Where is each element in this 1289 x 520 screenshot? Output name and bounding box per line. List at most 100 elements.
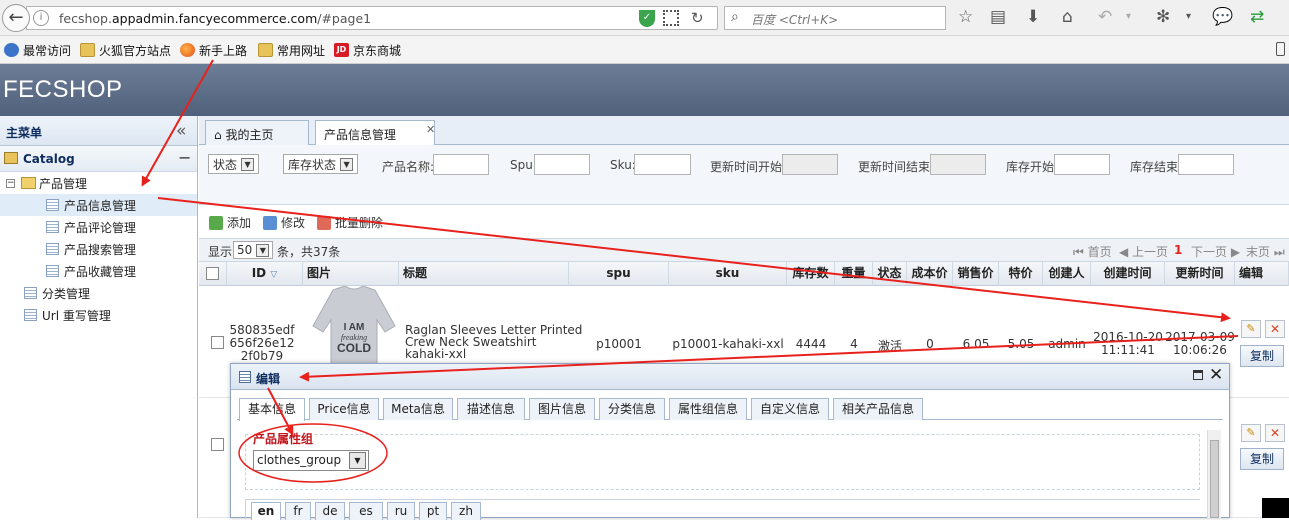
sku-input[interactable] (634, 154, 691, 175)
row-edit-button[interactable]: ✎ (1241, 424, 1261, 442)
scrollbar-thumb[interactable] (1210, 440, 1219, 518)
info-icon[interactable]: i (33, 10, 49, 26)
col-weight[interactable]: 重量 (835, 262, 873, 286)
update-start-input[interactable] (782, 154, 838, 175)
row-copy-button[interactable]: 复制 (1240, 345, 1284, 367)
url-bar[interactable]: i fecshop.appadmin.fancyecommerce.com/#p… (26, 6, 718, 30)
last-page-button[interactable]: 末页 ⏭ (1246, 243, 1285, 260)
tree-item-product-reviews[interactable]: 产品评论管理 (0, 216, 197, 238)
tab-description[interactable]: 描述信息 (457, 398, 525, 420)
col-spu[interactable]: spu (569, 262, 669, 286)
stock-end-input[interactable] (1178, 154, 1234, 175)
chevron-down-icon[interactable]: ▾ (1186, 11, 1191, 22)
stock-start-input[interactable] (1054, 154, 1110, 175)
col-qty[interactable]: 库存数 (787, 262, 835, 286)
qr-icon[interactable] (663, 10, 679, 26)
prev-page-button[interactable]: ◀ 上一页 (1119, 243, 1168, 260)
tree-item-product-favorites[interactable]: 产品收藏管理 (0, 260, 197, 282)
reload-icon[interactable]: ↻ (691, 9, 704, 27)
col-created[interactable]: 创建时间 (1091, 262, 1165, 286)
collapse-section-icon[interactable]: − (178, 148, 191, 167)
dialog-scrollbar[interactable] (1207, 430, 1221, 518)
tab-attribute-group[interactable]: 属性组信息 (669, 398, 747, 420)
lang-tab-ru[interactable]: ru (387, 502, 415, 520)
col-creator[interactable]: 创建人 (1043, 262, 1091, 286)
tab-custom-info[interactable]: 自定义信息 (751, 398, 829, 420)
col-cost[interactable]: 成本价 (907, 262, 953, 286)
collapse-icon[interactable]: « (176, 121, 186, 141)
star-icon[interactable]: ☆ (958, 7, 973, 27)
row-checkbox[interactable] (211, 336, 224, 349)
dialog-header[interactable]: 编辑 ✕ (231, 364, 1229, 390)
tab-basic-info[interactable]: 基本信息 (239, 398, 305, 421)
attribute-group-select[interactable]: clothes_group ▼ (253, 450, 369, 471)
status-select[interactable]: 状态 ▼ (208, 154, 260, 174)
undo-icon[interactable]: ↶ (1098, 7, 1112, 27)
reading-list-icon[interactable]: ▤ (990, 7, 1006, 27)
col-id[interactable]: ID ▽ (227, 262, 303, 286)
tab-related-products[interactable]: 相关产品信息 (833, 398, 923, 420)
header-select-all[interactable] (199, 262, 227, 286)
tab-home[interactable]: ⌂ 我的主页 (205, 120, 309, 145)
tab-categories[interactable]: 分类信息 (599, 398, 665, 420)
lang-tab-en[interactable]: en (251, 502, 281, 520)
row-delete-button[interactable]: ✕ (1265, 320, 1285, 338)
bookmark-firefox-site[interactable]: 火狐官方站点 (80, 41, 171, 59)
sort-icon[interactable]: ▽ (270, 270, 277, 280)
page-size-select[interactable]: 50 ▼ (233, 241, 274, 259)
col-status[interactable]: 状态 (873, 262, 907, 286)
close-icon[interactable]: ✕ (1209, 365, 1223, 385)
edit-button[interactable]: 修改 (263, 214, 305, 231)
checkbox[interactable] (206, 267, 219, 280)
tab-price-info[interactable]: Price信息 (309, 398, 379, 420)
gear-icon[interactable]: ✻ (1156, 7, 1170, 27)
update-end-input[interactable] (930, 154, 986, 175)
product-name-input[interactable] (433, 154, 489, 175)
chat-icon[interactable]: 💬 (1212, 7, 1233, 27)
lang-tab-fr[interactable]: fr (285, 502, 311, 520)
col-sku[interactable]: sku (669, 262, 787, 286)
chevron-down-icon[interactable]: ▾ (1126, 11, 1131, 22)
lang-tab-es[interactable]: es (349, 502, 383, 520)
tree-item-url-rewrite[interactable]: Url 重写管理 (0, 304, 197, 326)
shield-icon[interactable]: ✓ (639, 10, 655, 27)
tree-item-product-search[interactable]: 产品搜索管理 (0, 238, 197, 260)
tab-product-info[interactable]: 产品信息管理 ✕ (315, 120, 435, 146)
add-button[interactable]: 添加 (209, 214, 251, 231)
tree-toggle-icon[interactable]: − (6, 178, 15, 188)
row-edit-button[interactable]: ✎ (1241, 320, 1261, 338)
tree-item-category-management[interactable]: 分类管理 (0, 282, 197, 304)
tab-images[interactable]: 图片信息 (529, 398, 595, 420)
col-updated[interactable]: 更新时间 (1165, 262, 1235, 286)
back-icon[interactable]: ← (2, 4, 30, 32)
stock-status-select[interactable]: 库存状态 ▼ (283, 154, 359, 174)
tab-meta-info[interactable]: Meta信息 (383, 398, 453, 420)
sync-icon[interactable]: ⇄ (1250, 7, 1264, 27)
lang-tab-pt[interactable]: pt (419, 502, 447, 520)
col-image[interactable]: 图片 (303, 262, 399, 286)
bookmark-most-visited[interactable]: 最常访问 (4, 41, 71, 59)
chevron-down-icon[interactable]: ▼ (349, 452, 366, 469)
url-text[interactable]: fecshop.appadmin.fancyecommerce.com/#pag… (59, 11, 371, 26)
maximize-icon[interactable] (1193, 370, 1203, 380)
next-page-button[interactable]: 下一页 ▶ (1191, 243, 1240, 260)
col-price[interactable]: 销售价 (953, 262, 999, 286)
mobile-icon[interactable] (1276, 42, 1285, 56)
bookmark-getting-started[interactable]: 新手上路 (180, 41, 247, 59)
batch-delete-button[interactable]: 批量删除 (317, 214, 383, 231)
tree-item-product-info[interactable]: 产品信息管理 (0, 194, 197, 216)
first-page-button[interactable]: ⏮ 首页 (1073, 243, 1112, 260)
lang-tab-de[interactable]: de (315, 502, 345, 520)
product-image[interactable]: I AM freaking COLD (311, 286, 397, 364)
bookmark-common-sites[interactable]: 常用网址 (258, 41, 325, 59)
home-icon[interactable]: ⌂ (1062, 7, 1073, 27)
row-delete-button[interactable]: ✕ (1265, 424, 1285, 442)
spu-input[interactable] (534, 154, 590, 175)
lang-tab-zh[interactable]: zh (451, 502, 481, 520)
col-edit[interactable]: 编辑 (1235, 262, 1289, 286)
bookmark-jd[interactable]: JD 京东商城 (334, 41, 401, 59)
cell-title[interactable]: Raglan Sleeves Letter Printed Crew Neck … (405, 324, 582, 360)
catalog-section-header[interactable]: Catalog − (0, 146, 197, 172)
col-special[interactable]: 特价 (999, 262, 1043, 286)
tree-item-product-management[interactable]: − 产品管理 (0, 172, 197, 194)
